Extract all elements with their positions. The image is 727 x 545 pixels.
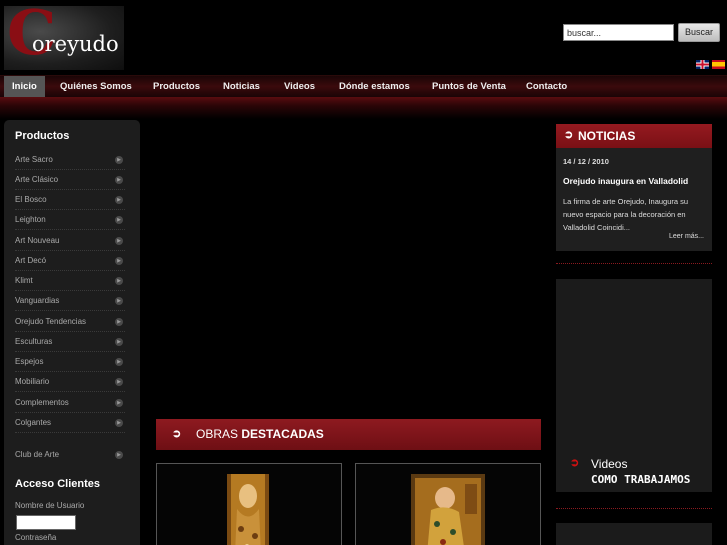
arrow-right-icon: ▶: [115, 156, 123, 164]
news-body: La firma de arte Orejudo, Inaugura su nu…: [563, 197, 689, 232]
arrow-right-icon: ▶: [115, 358, 123, 366]
sidebar-item-vanguardias[interactable]: Vanguardias ▶: [15, 291, 125, 311]
news-headline[interactable]: Orejudo inaugura en Valladolid: [563, 176, 688, 186]
right-panel-bottom: [556, 523, 712, 545]
video-subtitle: COMO TRABAJAMOS: [591, 473, 691, 486]
logo-text: oreyudo: [32, 32, 119, 56]
sidebar-item-label: Orejudo Tendencias: [15, 317, 87, 326]
sidebar-item-label: El Bosco: [15, 195, 47, 204]
sidebar-item-espejos[interactable]: Espejos ▶: [15, 352, 125, 372]
arrow-right-icon: ▶: [115, 277, 123, 285]
sidebar-item-label: Arte Clásico: [15, 175, 59, 184]
featured-work-card[interactable]: [156, 463, 342, 545]
password-label: Contraseña: [15, 533, 57, 542]
arrow-right-icon: ▶: [115, 196, 123, 204]
sidebar-item-label: Esculturas: [15, 337, 53, 346]
nav-item-productos[interactable]: Productos: [145, 76, 208, 98]
sidebar-item-leighton[interactable]: Leighton ▶: [15, 210, 125, 230]
site-logo[interactable]: C oreyudo: [4, 6, 124, 70]
english-flag-icon[interactable]: [696, 60, 709, 69]
nav-item-videos[interactable]: Videos: [276, 76, 323, 98]
nav-item-inicio[interactable]: Inicio: [4, 76, 45, 98]
featured-works-header: ➲ OBRAS DESTACADAS: [156, 419, 541, 450]
featured-works-title: OBRAS DESTACADAS: [196, 427, 324, 441]
nav-item-noticias[interactable]: Noticias: [215, 76, 268, 98]
spanish-flag-icon[interactable]: [712, 60, 725, 69]
search-input[interactable]: [563, 24, 674, 41]
artwork-thumbnail[interactable]: [411, 474, 485, 545]
news-title: NOTICIAS: [578, 129, 636, 143]
arrow-right-icon: ▶: [115, 216, 123, 224]
sidebar-item-label: Art Decó: [15, 256, 47, 265]
nav-item-quienes-somos[interactable]: Quiénes Somos: [52, 76, 140, 98]
sidebar-item-art-deco[interactable]: Art Decó ▶: [15, 251, 125, 271]
artwork-thumbnail[interactable]: [227, 474, 269, 545]
sidebar-item-klimt[interactable]: Klimt ▶: [15, 271, 125, 291]
sidebar-item-colgantes[interactable]: Colgantes ▶: [15, 413, 125, 433]
news-panel: ➲ NOTICIAS 14 / 12 / 2010 Orejudo inaugu…: [556, 124, 712, 251]
sidebar-item-arte-clasico[interactable]: Arte Clásico ▶: [15, 170, 125, 190]
sidebar-item-mobiliario[interactable]: Mobiliario ▶: [15, 372, 125, 392]
divider: [556, 508, 712, 509]
sidebar-item-club-de-arte[interactable]: Club de Arte ▶: [15, 445, 125, 465]
arrow-right-icon: ▶: [115, 297, 123, 305]
video-panel[interactable]: ➲ Videos COMO TRABAJAMOS: [556, 279, 712, 492]
sidebar-item-label: Espejos: [15, 357, 44, 366]
sidebar-item-arte-sacro[interactable]: Arte Sacro ▶: [15, 150, 125, 170]
products-sidebar: Productos Arte Sacro ▶ Arte Clásico ▶ El B…: [4, 120, 140, 545]
news-date: 14 / 12 / 2010: [563, 157, 609, 166]
arrow-right-icon: ▶: [115, 338, 123, 346]
sidebar-title: Productos: [15, 130, 70, 142]
circle-arrow-icon: ➲: [172, 428, 182, 440]
username-input[interactable]: [16, 515, 76, 530]
client-access-title: Acceso Clientes: [15, 478, 100, 490]
search-button[interactable]: Buscar: [678, 23, 720, 42]
circle-arrow-icon: ➲: [564, 129, 574, 141]
main-nav: Inicio Quiénes Somos Productos Noticias …: [0, 75, 727, 98]
nav-glow: [0, 97, 727, 119]
header: C oreyudo Buscar: [0, 0, 727, 75]
arrow-right-icon: ▶: [115, 176, 123, 184]
sidebar-item-label: Vanguardias: [15, 296, 60, 305]
sidebar-item-label: Leighton: [15, 215, 46, 224]
featured-work-card[interactable]: [355, 463, 541, 545]
sidebar-item-label: Club de Arte: [15, 450, 60, 459]
nav-item-contacto[interactable]: Contacto: [518, 76, 575, 98]
arrow-right-icon: ▶: [115, 318, 123, 326]
arrow-right-icon: ▶: [115, 419, 123, 427]
arrow-right-icon: ▶: [115, 451, 123, 459]
sidebar-item-label: Complementos: [15, 398, 69, 407]
arrow-right-icon: ▶: [115, 399, 123, 407]
sidebar-item-label: Klimt: [15, 276, 33, 285]
nav-item-puntos-de-venta[interactable]: Puntos de Venta: [424, 76, 514, 98]
sidebar-item-label: Colgantes: [15, 418, 52, 427]
sidebar-item-el-bosco[interactable]: El Bosco ▶: [15, 190, 125, 210]
nav-item-donde-estamos[interactable]: Dónde estamos: [331, 76, 418, 98]
video-title: Videos: [591, 457, 628, 471]
read-more-link[interactable]: Leer más...: [669, 233, 704, 240]
sidebar-item-orejudo-tendencias[interactable]: Orejudo Tendencias ▶: [15, 312, 125, 332]
username-label: Nombre de Usuario: [15, 501, 85, 510]
sidebar-item-label: Mobiliario: [15, 377, 50, 386]
sidebar-item-label: Arte Sacro: [15, 155, 53, 164]
arrow-right-icon: ▶: [115, 257, 123, 265]
sidebar-item-label: Art Nouveau: [15, 236, 60, 245]
news-header: ➲ NOTICIAS: [556, 124, 712, 148]
circle-arrow-icon: ➲: [570, 457, 580, 469]
sidebar-item-art-nouveau[interactable]: Art Nouveau ▶: [15, 231, 125, 251]
featured-slider[interactable]: [156, 120, 541, 416]
arrow-right-icon: ▶: [115, 237, 123, 245]
sidebar-item-esculturas[interactable]: Esculturas ▶: [15, 332, 125, 352]
divider: [556, 263, 712, 264]
sidebar-item-complementos[interactable]: Complementos ▶: [15, 393, 125, 413]
arrow-right-icon: ▶: [115, 378, 123, 386]
